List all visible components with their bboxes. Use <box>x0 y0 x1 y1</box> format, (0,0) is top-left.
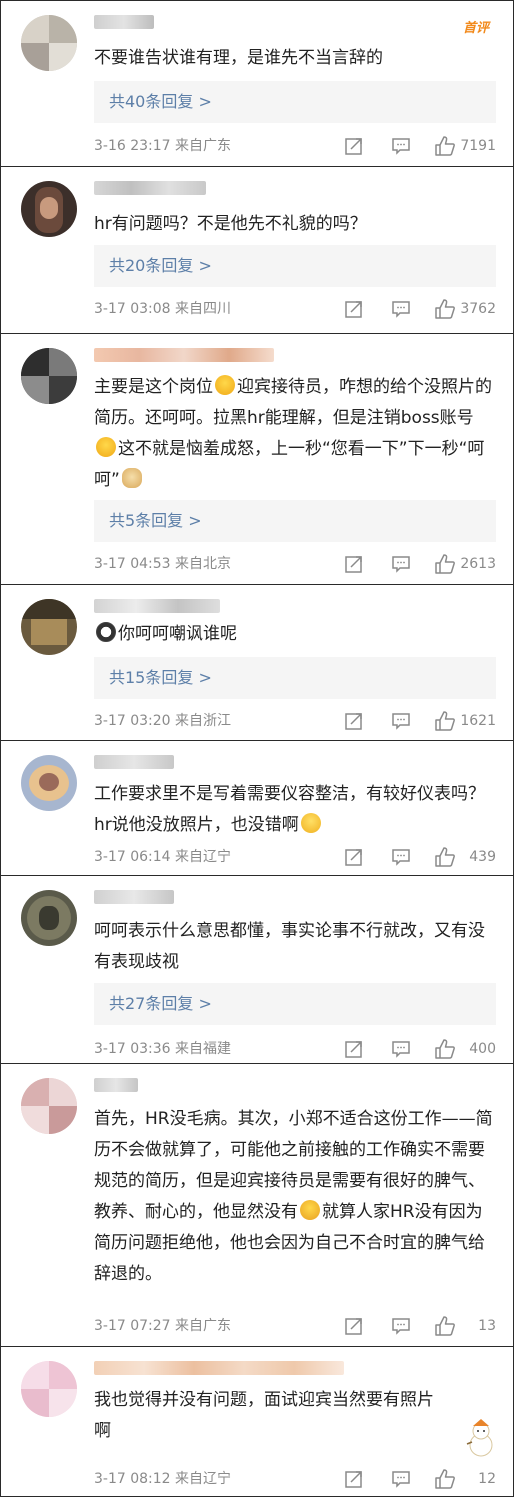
comment-card: 你呵呵嘲讽谁呢 共15条回复 > 3-17 03:20 来自浙江 1621 <box>0 584 514 741</box>
timestamp: 3-17 03:20 来自浙江 <box>94 713 232 729</box>
thumbs-up-icon[interactable] <box>434 298 456 320</box>
snowman-sticker <box>466 1419 493 1457</box>
share-icon[interactable] <box>344 1039 364 1059</box>
comment-card: 首评 不要谁告状谁有理，是谁先不当言辞的 共40条回复 > 3-16 23:17… <box>0 0 514 167</box>
like-count: 439 <box>469 849 496 865</box>
share-icon[interactable] <box>344 847 364 867</box>
comment-footer: 3-17 04:53 来自北京 2613 <box>94 552 496 576</box>
username-blurred[interactable] <box>94 348 274 362</box>
comment-footer: 3-17 03:20 来自浙江 1621 <box>94 709 496 733</box>
timestamp: 3-17 03:36 来自福建 <box>94 1041 232 1057</box>
like-count: 12 <box>478 1471 496 1487</box>
comment-icon[interactable] <box>391 1469 411 1489</box>
timestamp: 3-17 08:12 来自辽宁 <box>94 1471 232 1487</box>
laughing-crying-emoji <box>215 375 235 395</box>
avatar[interactable] <box>21 890 77 946</box>
share-icon[interactable] <box>344 554 364 574</box>
replies-link[interactable]: 共40条回复 > <box>94 81 496 123</box>
comment-card: 主要是这个岗位 迎宾接待员，咋想的给个没照片的简历。还呵呵。拉黑hr能理解，但是注… <box>0 333 514 585</box>
thumbs-up-icon[interactable] <box>434 135 456 157</box>
comment-icon[interactable] <box>391 711 411 731</box>
thumbs-up-icon[interactable] <box>434 553 456 575</box>
sweat-emoji <box>300 813 321 833</box>
comment-icon[interactable] <box>391 847 411 867</box>
username-blurred[interactable] <box>94 1361 344 1375</box>
share-icon[interactable] <box>344 299 364 319</box>
comment-text: 首先，HR没毛病。其次，小郑不适合这份工作——简历不会做就算了，可能他之前接触的… <box>94 1109 493 1284</box>
comment-footer: 3-17 06:14 来自辽宁 439 <box>94 845 496 869</box>
panda-emoji <box>96 622 116 642</box>
comment-card: hr有问题吗？不是他先不礼貌的吗？ 共20条回复 > 3-17 03:08 来自… <box>0 166 514 334</box>
doge-emoji <box>121 468 142 488</box>
timestamp: 3-17 06:14 来自辽宁 <box>94 849 232 865</box>
like-count: 7191 <box>460 138 496 154</box>
comment-card: 呵呵表示什么意思都懂，事实论事不行就改，又有没有表现歧视 共27条回复 > 3-… <box>0 875 514 1064</box>
first-comment-badge: 首评 <box>462 21 489 36</box>
timestamp: 3-17 04:53 来自北京 <box>94 556 232 572</box>
replies-link[interactable]: 共27条回复 > <box>94 983 496 1025</box>
comment-footer: 3-17 08:12 来自辽宁 12 <box>94 1467 496 1491</box>
comment-footer: 3-17 07:27 来自广东 13 <box>94 1314 496 1338</box>
comment-icon[interactable] <box>391 299 411 319</box>
comment-text: 工作要求里不是写着需要仪容整洁，有较好仪表吗？hr说他没放照片，也没错啊 <box>94 784 485 835</box>
comment-icon[interactable] <box>391 1039 411 1059</box>
comment-card: 我也觉得并没有问题，面试迎宾当然要有照片啊 3-17 08:12 来自辽宁 12 <box>0 1346 514 1497</box>
like-count: 3762 <box>460 301 496 317</box>
avatar[interactable] <box>21 15 77 71</box>
timestamp: 3-16 23:17 来自广东 <box>94 138 232 154</box>
laughing-crying-emoji <box>96 437 116 457</box>
comment-text: hr有问题吗？不是他先不礼貌的吗？ <box>94 214 367 234</box>
replies-link[interactable]: 共5条回复 > <box>94 500 496 542</box>
comment-icon[interactable] <box>391 136 411 156</box>
like-count: 1621 <box>460 713 496 729</box>
thumbs-up-icon[interactable] <box>434 710 456 732</box>
comment-footer: 3-16 23:17 来自广东 7191 <box>94 134 496 158</box>
thumbs-up-icon[interactable] <box>434 1315 456 1337</box>
comment-footer: 3-17 03:08 来自四川 3762 <box>94 297 496 321</box>
thumbs-up-icon[interactable] <box>434 1038 456 1060</box>
avatar[interactable] <box>21 348 77 404</box>
comment-icon[interactable] <box>391 554 411 574</box>
share-icon[interactable] <box>344 1469 364 1489</box>
comment-text: 不要谁告状谁有理，是谁先不当言辞的 <box>94 48 383 68</box>
comment-text: 呵呵表示什么意思都懂，事实论事不行就改，又有没有表现歧视 <box>94 921 485 972</box>
timestamp: 3-17 03:08 来自四川 <box>94 301 232 317</box>
avatar[interactable] <box>21 1361 77 1417</box>
replies-link[interactable]: 共20条回复 > <box>94 245 496 287</box>
avatar[interactable] <box>21 755 77 811</box>
facepalm-emoji <box>300 1200 320 1220</box>
share-icon[interactable] <box>344 711 364 731</box>
username-blurred[interactable] <box>94 599 220 613</box>
username-blurred[interactable] <box>94 755 174 769</box>
share-icon[interactable] <box>344 1316 364 1336</box>
comment-icon[interactable] <box>391 1316 411 1336</box>
replies-link[interactable]: 共15条回复 > <box>94 657 496 699</box>
avatar[interactable] <box>21 181 77 237</box>
avatar[interactable] <box>21 599 77 655</box>
thumbs-up-icon[interactable] <box>434 1468 456 1490</box>
timestamp: 3-17 07:27 来自广东 <box>94 1318 232 1334</box>
comment-text: 主要是这个岗位 迎宾接待员，咋想的给个没照片的简历。还呵呵。拉黑hr能理解，但是注… <box>94 375 492 490</box>
comment-card: 工作要求里不是写着需要仪容整洁，有较好仪表吗？hr说他没放照片，也没错啊 3-1… <box>0 740 514 876</box>
username-blurred[interactable] <box>94 181 206 195</box>
share-icon[interactable] <box>344 136 364 156</box>
comment-footer: 3-17 03:36 来自福建 400 <box>94 1037 496 1061</box>
username-blurred[interactable] <box>94 1078 138 1092</box>
like-count: 400 <box>469 1041 496 1057</box>
avatar[interactable] <box>21 1078 77 1134</box>
username-blurred[interactable] <box>94 890 174 904</box>
thumbs-up-icon[interactable] <box>434 846 456 868</box>
comment-card: 首先，HR没毛病。其次，小郑不适合这份工作——简历不会做就算了，可能他之前接触的… <box>0 1063 514 1347</box>
like-count: 2613 <box>460 556 496 572</box>
like-count: 13 <box>478 1318 496 1334</box>
comment-text: 你呵呵嘲讽谁呢 <box>94 619 493 650</box>
username-blurred[interactable] <box>94 15 154 29</box>
comment-text: 我也觉得并没有问题，面试迎宾当然要有照片啊 <box>94 1390 434 1441</box>
